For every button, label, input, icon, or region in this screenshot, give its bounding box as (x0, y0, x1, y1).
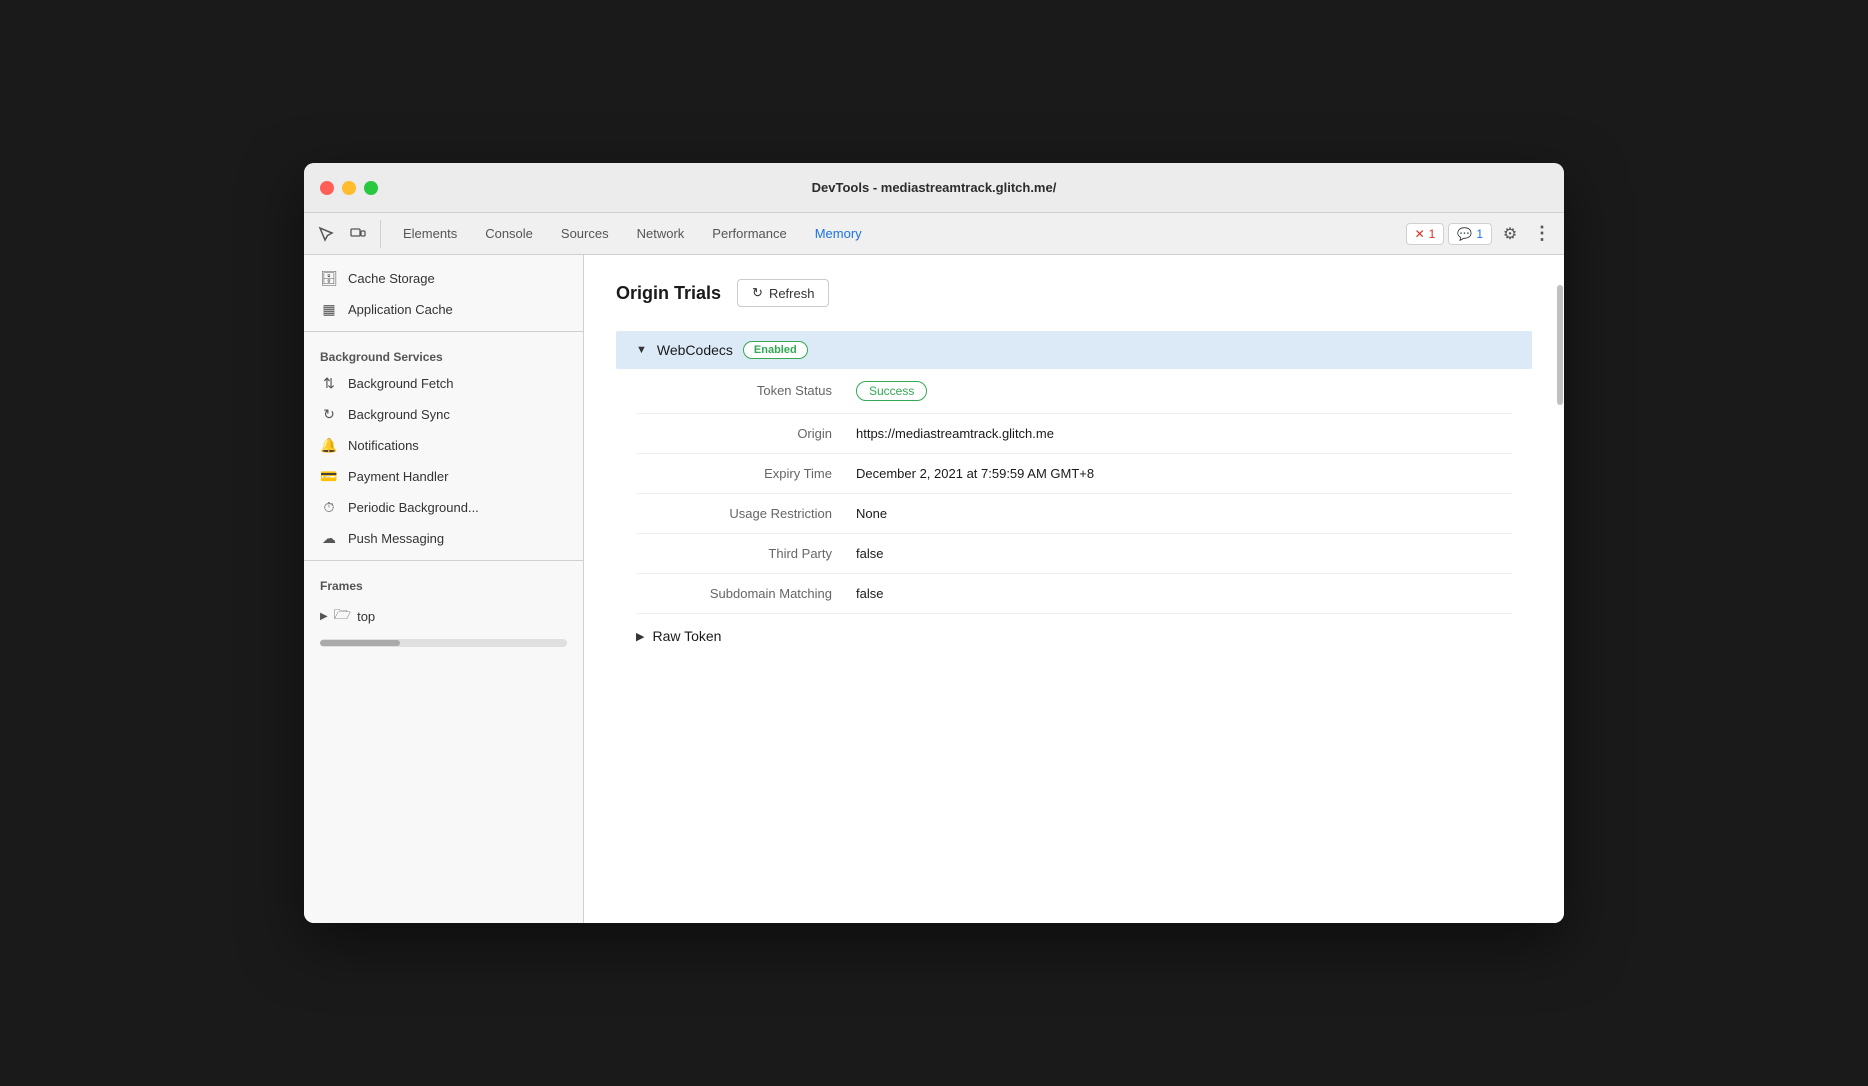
inspector-icon[interactable] (312, 220, 340, 248)
tabbar: Elements Console Sources Network Perform… (304, 213, 1564, 255)
detail-label: Origin (636, 426, 856, 441)
tabbar-right: ✕ 1 💬 1 ⚙ ⋮ (1406, 220, 1556, 248)
refresh-icon: ↻ (752, 285, 763, 301)
more-options-icon[interactable]: ⋮ (1528, 220, 1556, 248)
sidebar-item-background-fetch[interactable]: ⇅ Background Fetch (304, 368, 583, 399)
maximize-button[interactable] (364, 181, 378, 195)
sidebar-divider-2 (304, 560, 583, 561)
settings-icon[interactable]: ⚙ (1496, 220, 1524, 248)
sidebar-item-notifications[interactable]: 🔔 Notifications (304, 430, 583, 461)
sidebar-item-background-sync[interactable]: ↻ Background Sync (304, 399, 583, 430)
refresh-button[interactable]: ↻ Refresh (737, 279, 829, 307)
payment-handler-icon: 💳 (320, 468, 338, 485)
sidebar-item-periodic-background[interactable]: ⏱ Periodic Background... (304, 492, 583, 523)
notifications-icon: 🔔 (320, 437, 338, 454)
sidebar-item-cache-storage[interactable]: 🗄 Cache Storage (304, 263, 583, 294)
background-fetch-icon: ⇅ (320, 375, 338, 392)
background-services-label: Background Services (304, 338, 583, 368)
enabled-badge: Enabled (743, 341, 808, 359)
sidebar-item-label: Notifications (348, 438, 419, 453)
detail-label: Expiry Time (636, 466, 856, 481)
detail-row-origin: Origin https://mediastreamtrack.glitch.m… (636, 414, 1512, 454)
detail-value: December 2, 2021 at 7:59:59 AM GMT+8 (856, 466, 1094, 481)
tab-sources[interactable]: Sources (547, 220, 623, 247)
info-count: 1 (1476, 227, 1483, 241)
window-title: DevTools - mediastreamtrack.glitch.me/ (812, 180, 1057, 195)
tabs: Elements Console Sources Network Perform… (389, 220, 1406, 247)
device-toolbar-icon[interactable] (344, 220, 372, 248)
close-button[interactable] (320, 181, 334, 195)
sidebar-item-label: Push Messaging (348, 531, 444, 546)
sidebar-item-payment-handler[interactable]: 💳 Payment Handler (304, 461, 583, 492)
detail-section: Token Status Success Origin https://medi… (616, 369, 1532, 614)
trial-name: WebCodecs (657, 342, 733, 358)
devtools-window: DevTools - mediastreamtrack.glitch.me/ E… (304, 163, 1564, 923)
background-sync-icon: ↻ (320, 406, 338, 423)
sidebar-item-push-messaging[interactable]: ☁ Push Messaging (304, 523, 583, 554)
push-messaging-icon: ☁ (320, 530, 338, 547)
sidebar-horizontal-scrollbar[interactable] (320, 639, 567, 647)
content-header: Origin Trials ↻ Refresh (616, 279, 1532, 307)
sidebar-item-application-cache[interactable]: ▦ Application Cache (304, 294, 583, 325)
frames-item-label: top (357, 609, 375, 624)
sidebar-item-label: Application Cache (348, 302, 453, 317)
error-badge-button[interactable]: ✕ 1 (1406, 223, 1445, 245)
application-cache-icon: ▦ (320, 301, 338, 318)
detail-row-third-party: Third Party false (636, 534, 1512, 574)
tabbar-icons (312, 220, 381, 248)
sidebar-item-label: Payment Handler (348, 469, 448, 484)
vertical-scrollbar[interactable] (1556, 255, 1564, 923)
detail-label: Token Status (636, 383, 856, 398)
refresh-label: Refresh (769, 286, 815, 301)
cache-storage-icon: 🗄 (320, 270, 338, 287)
detail-value: false (856, 546, 883, 561)
main-layout: 🗄 Cache Storage ▦ Application Cache Back… (304, 255, 1564, 923)
frames-item-top[interactable]: ▶ 🗁 top (304, 597, 583, 635)
tab-performance[interactable]: Performance (698, 220, 800, 247)
error-count: 1 (1429, 227, 1436, 241)
tab-network[interactable]: Network (623, 220, 699, 247)
success-badge: Success (856, 381, 927, 401)
detail-row-token-status: Token Status Success (636, 369, 1512, 414)
sidebar: 🗄 Cache Storage ▦ Application Cache Back… (304, 255, 584, 923)
detail-label: Subdomain Matching (636, 586, 856, 601)
sidebar-item-label: Background Fetch (348, 376, 454, 391)
content-inner: Origin Trials ↻ Refresh ▼ WebCodecs Enab… (584, 255, 1564, 682)
detail-row-usage: Usage Restriction None (636, 494, 1512, 534)
info-badge-button[interactable]: 💬 1 (1448, 223, 1492, 245)
detail-value: None (856, 506, 887, 521)
scrollbar-thumb (1557, 285, 1563, 405)
collapse-icon: ▼ (636, 344, 647, 356)
sidebar-scrollbar-thumb (320, 640, 400, 646)
detail-label: Usage Restriction (636, 506, 856, 521)
page-title: Origin Trials (616, 283, 721, 304)
detail-row-subdomain: Subdomain Matching false (636, 574, 1512, 614)
error-icon: ✕ (1415, 227, 1425, 241)
raw-token-label: Raw Token (652, 628, 721, 644)
titlebar: DevTools - mediastreamtrack.glitch.me/ (304, 163, 1564, 213)
detail-value: https://mediastreamtrack.glitch.me (856, 426, 1054, 441)
frames-label: Frames (304, 567, 583, 597)
sidebar-item-label: Background Sync (348, 407, 450, 422)
raw-token-row[interactable]: ▶ Raw Token (616, 614, 1532, 658)
content-area: Origin Trials ↻ Refresh ▼ WebCodecs Enab… (584, 255, 1564, 923)
triangle-icon: ▶ (320, 611, 328, 622)
detail-value: false (856, 586, 883, 601)
detail-row-expiry: Expiry Time December 2, 2021 at 7:59:59 … (636, 454, 1512, 494)
tab-memory[interactable]: Memory (801, 220, 876, 247)
expand-icon: ▶ (636, 630, 644, 643)
tab-console[interactable]: Console (471, 220, 547, 247)
info-icon: 💬 (1457, 227, 1472, 241)
sidebar-divider (304, 331, 583, 332)
tab-elements[interactable]: Elements (389, 220, 471, 247)
folder-icon: 🗁 (334, 604, 351, 628)
sidebar-item-label: Cache Storage (348, 271, 435, 286)
detail-label: Third Party (636, 546, 856, 561)
traffic-lights (320, 181, 378, 195)
minimize-button[interactable] (342, 181, 356, 195)
webcodecs-trial-row[interactable]: ▼ WebCodecs Enabled (616, 331, 1532, 369)
periodic-background-icon: ⏱ (320, 499, 338, 516)
sidebar-item-label: Periodic Background... (348, 500, 479, 515)
